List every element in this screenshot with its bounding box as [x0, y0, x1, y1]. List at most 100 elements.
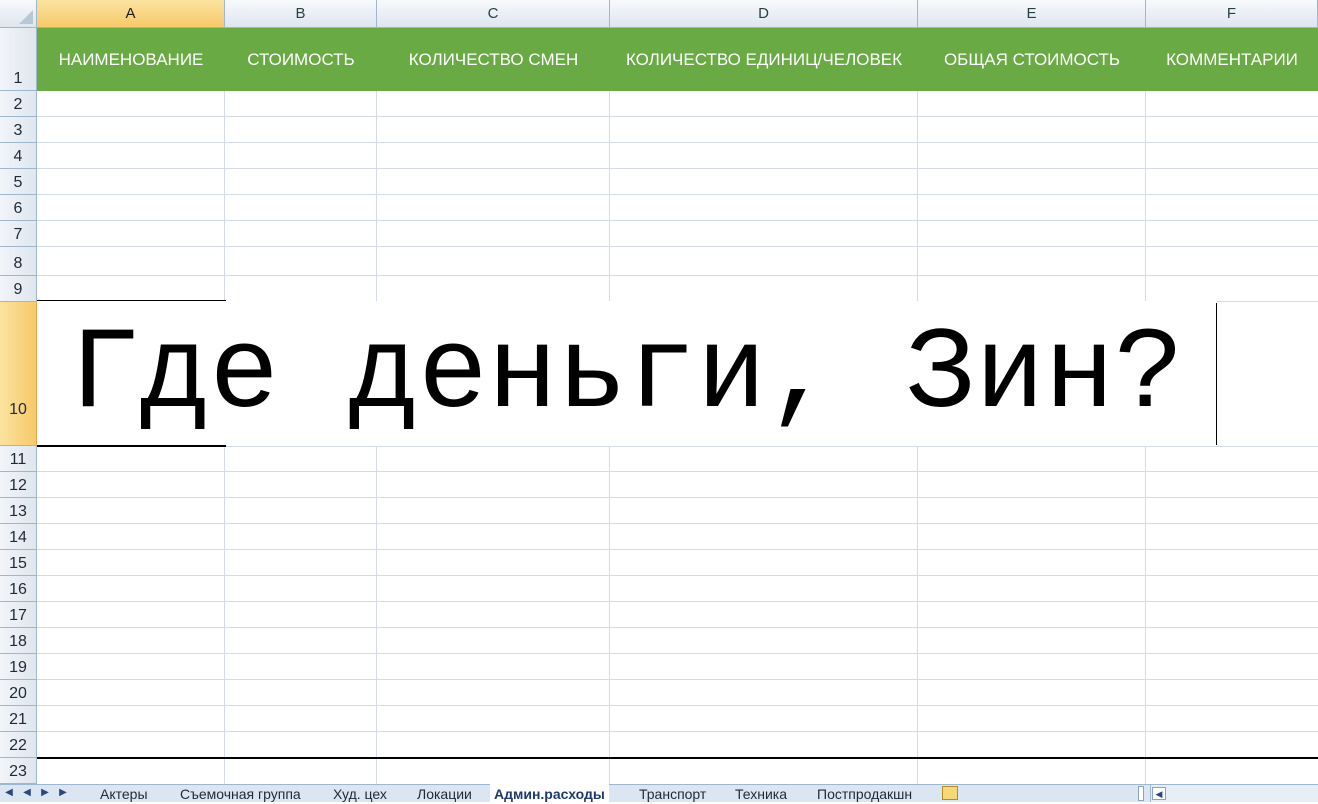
grid-line [37, 246, 1318, 247]
grid-line [224, 91, 225, 302]
grid-line [37, 601, 1318, 602]
grid-line [37, 705, 1318, 706]
row-number: 4 [13, 148, 23, 165]
row-number: 18 [9, 633, 27, 650]
insert-sheet-icon[interactable] [942, 786, 958, 800]
sheet-tab-actors[interactable]: Актеры [100, 784, 148, 802]
row-header-1[interactable]: 1 [0, 28, 37, 91]
grid-line [37, 168, 1318, 169]
sheet-tab-postproduction[interactable]: Постпродакшн [817, 784, 912, 802]
row-number: 7 [13, 226, 23, 243]
row-number: 2 [13, 96, 23, 113]
row-header-11[interactable]: 11 [0, 446, 37, 472]
row-header-21[interactable]: 21 [0, 706, 37, 732]
grid-line [37, 679, 1318, 680]
row-number: 9 [13, 281, 23, 298]
row-number: 20 [9, 685, 27, 702]
header-cell-units[interactable]: КОЛИЧЕСТВО ЕДИНИЦ/ЧЕЛОВЕК [610, 28, 918, 91]
merged-cell-text: Где деньги, Зин? [70, 309, 1184, 441]
row-number: 3 [13, 122, 23, 139]
grid-line [37, 142, 1318, 143]
row-header-13[interactable]: 13 [0, 498, 37, 524]
column-header-a[interactable]: A [37, 0, 225, 28]
grid-line [37, 471, 1318, 472]
cell-border [1216, 303, 1217, 445]
column-header-b[interactable]: B [225, 0, 377, 28]
grid-line [37, 116, 1318, 117]
row-number: 6 [13, 200, 23, 217]
last-sheet-icon[interactable]: ▶ [56, 786, 70, 800]
row-number: 21 [9, 711, 27, 728]
sheet-tab-crew[interactable]: Съемочная группа [180, 784, 301, 802]
grid-line [37, 731, 1318, 732]
grid-line [37, 549, 1318, 550]
row-header-18[interactable]: 18 [0, 628, 37, 654]
grid-line [37, 497, 1318, 498]
row-header-16[interactable]: 16 [0, 576, 37, 602]
row-header-17[interactable]: 17 [0, 602, 37, 628]
first-sheet-icon[interactable]: ◀ [2, 786, 16, 800]
prev-sheet-icon[interactable]: ◀ [20, 786, 34, 800]
row-header-20[interactable]: 20 [0, 680, 37, 706]
select-all-corner[interactable] [0, 0, 37, 28]
grid-line [37, 194, 1318, 195]
row-number: 17 [9, 607, 27, 624]
sheet-tab-transport[interactable]: Транспорт [639, 784, 706, 802]
sheet-tab-admin[interactable]: Админ.расходы [490, 784, 609, 802]
header-cell-shifts[interactable]: КОЛИЧЕСТВО СМЕН [377, 28, 610, 91]
select-all-icon [19, 10, 33, 24]
header-cell-cost[interactable]: СТОИМОСТЬ [225, 28, 377, 91]
header-cell-total[interactable]: ОБЩАЯ СТОИМОСТЬ [918, 28, 1146, 91]
row-number: 5 [13, 174, 23, 191]
sheet-tab-art[interactable]: Худ. цех [333, 784, 387, 802]
row-number: 23 [9, 763, 27, 780]
column-header-c[interactable]: C [377, 0, 610, 28]
next-sheet-icon[interactable]: ▶ [38, 786, 52, 800]
grid-line [37, 575, 1318, 576]
row-number: 11 [9, 451, 27, 468]
row-header-5[interactable]: 5 [0, 169, 37, 195]
row-number: 10 [9, 401, 27, 418]
row-header-9[interactable]: 9 [0, 276, 37, 302]
grid-line [1145, 91, 1146, 302]
row-header-3[interactable]: 3 [0, 117, 37, 143]
horizontal-scrollbar[interactable] [1150, 785, 1318, 802]
row-header-22[interactable]: 22 [0, 732, 37, 758]
column-header-f[interactable]: F [1146, 0, 1318, 28]
row-header-15[interactable]: 15 [0, 550, 37, 576]
row-header-4[interactable]: 4 [0, 143, 37, 169]
row-number: 22 [9, 737, 27, 754]
row-header-8[interactable]: 8 [0, 247, 37, 276]
row-header-6[interactable]: 6 [0, 195, 37, 221]
tab-split-handle[interactable] [1138, 786, 1144, 801]
row-header-12[interactable]: 12 [0, 472, 37, 498]
grid-line [917, 91, 918, 302]
sheet-tab-locations[interactable]: Локации [417, 784, 472, 802]
row-header-7[interactable]: 7 [0, 221, 37, 247]
cell-border [37, 757, 1318, 759]
row-header-23[interactable]: 23 [0, 758, 37, 784]
row-header-19[interactable]: 19 [0, 654, 37, 680]
row-header-2[interactable]: 2 [0, 91, 37, 117]
grid-line [37, 220, 1318, 221]
grid-line [226, 446, 1318, 447]
row-number: 15 [9, 555, 27, 572]
row-number: 16 [9, 581, 27, 598]
row-header-10[interactable]: 10 [0, 302, 37, 446]
column-header-e[interactable]: E [918, 0, 1146, 28]
grid-line [609, 91, 610, 302]
grid-line [37, 627, 1318, 628]
row-header-14[interactable]: 14 [0, 524, 37, 550]
header-cell-name[interactable]: НАИМЕНОВАНИЕ [37, 28, 225, 91]
row-number: 12 [9, 477, 27, 494]
row-number: 1 [13, 70, 23, 87]
header-cell-comments[interactable]: КОММЕНТАРИИ [1146, 28, 1318, 91]
row-number: 14 [9, 529, 27, 546]
sheet-tab-equipment[interactable]: Техника [735, 784, 787, 802]
cell-border [37, 445, 226, 447]
scroll-left-icon[interactable]: ◀ [1152, 787, 1166, 800]
column-header-d[interactable]: D [610, 0, 918, 28]
grid-line [37, 653, 1318, 654]
row-number: 13 [9, 503, 27, 520]
grid-line [376, 91, 377, 302]
